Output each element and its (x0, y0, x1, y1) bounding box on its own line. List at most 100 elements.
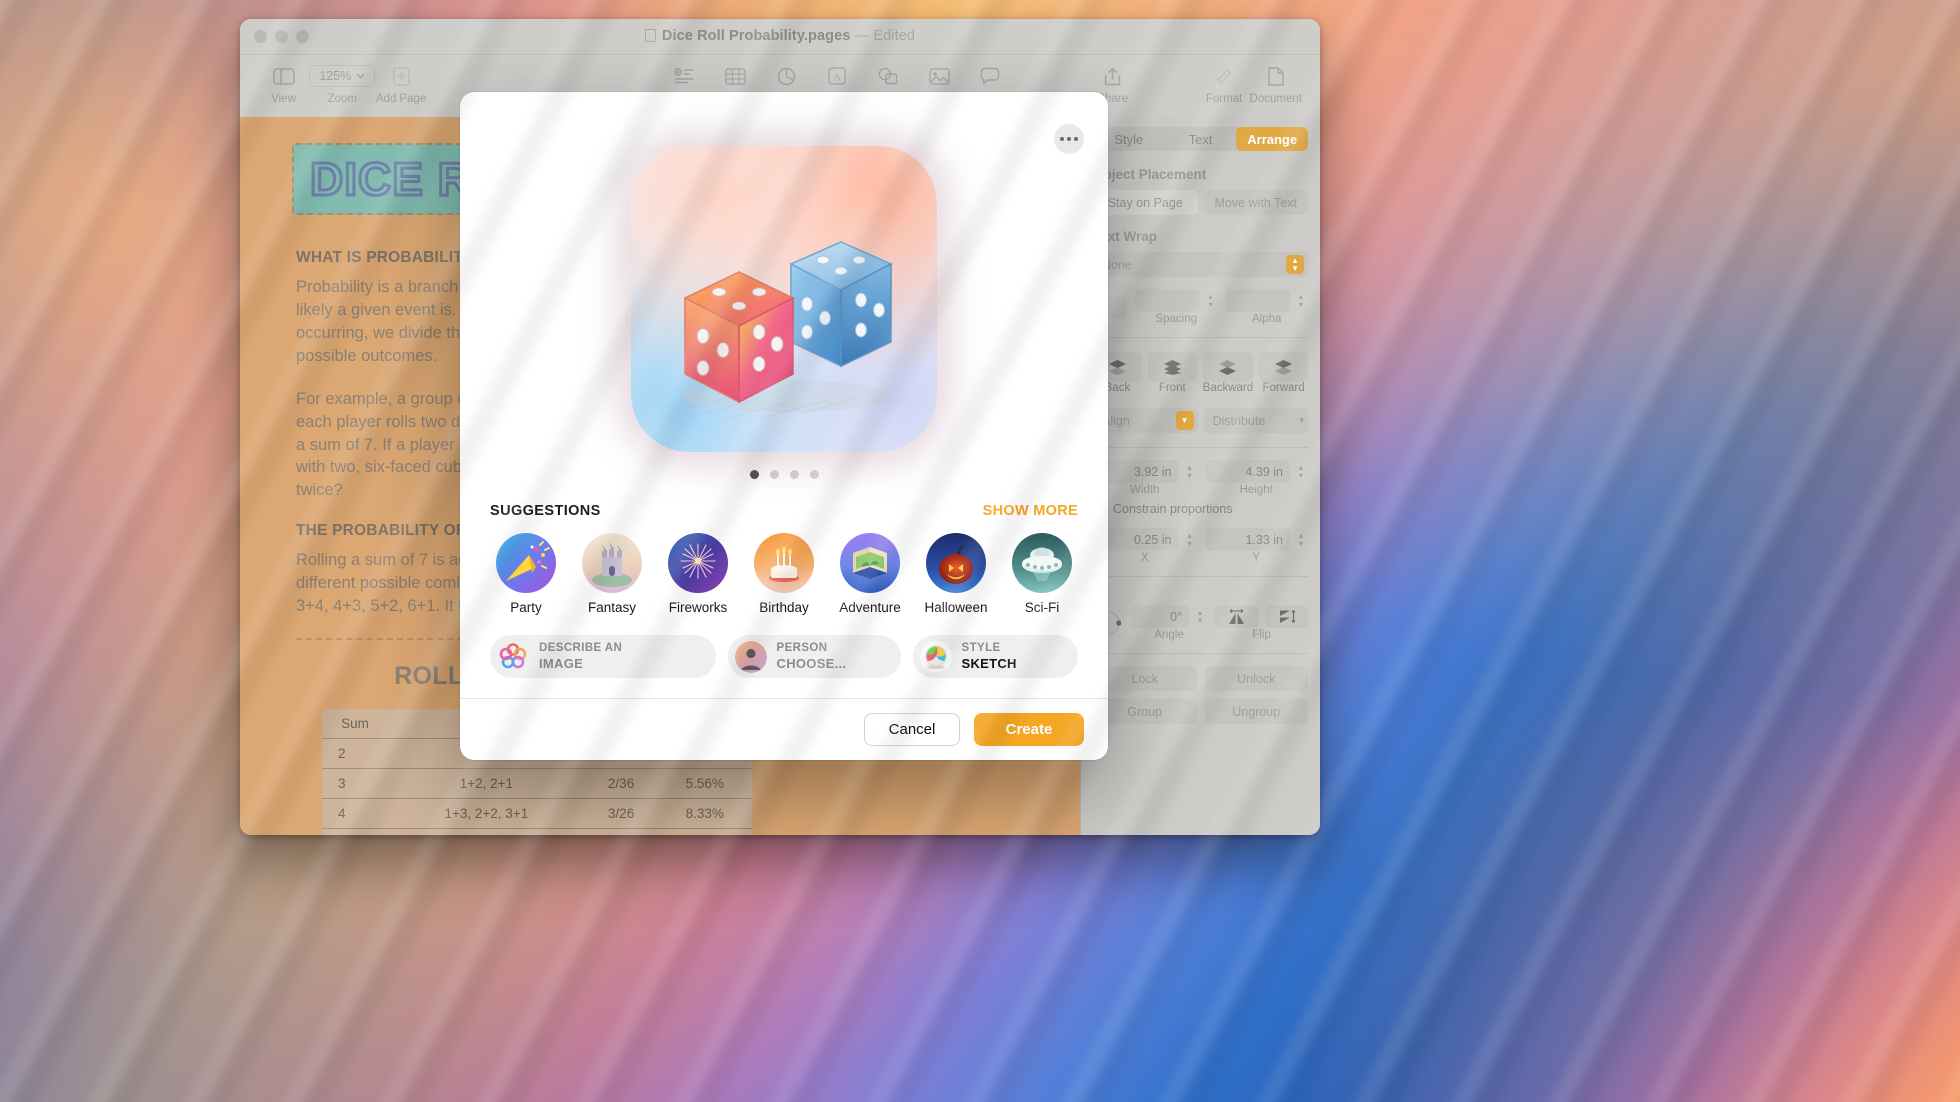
object-placement-group[interactable]: Stay on Page Move with Text (1093, 190, 1308, 215)
x-stepper[interactable]: ▴ ▾ (1183, 531, 1197, 548)
checkbox-icon[interactable] (1093, 502, 1106, 516)
generated-image-preview[interactable] (631, 146, 937, 452)
x-input[interactable]: 0.25 in (1093, 528, 1179, 551)
wrap-style-icon[interactable] (1093, 295, 1127, 319)
suggestion-fireworks[interactable]: Fireworks (662, 533, 734, 615)
cell-sum: 3 (322, 768, 389, 800)
height-stepper[interactable]: ▴ ▾ (1294, 463, 1308, 480)
text-wrap-select[interactable]: None ▴ ▾ (1093, 252, 1308, 277)
width-input[interactable]: 3.92 in (1093, 460, 1179, 483)
align-select[interactable]: Align ▾ (1093, 408, 1198, 433)
group-buttons-row[interactable]: Group Ungroup (1093, 699, 1308, 724)
ungroup-button[interactable]: Ungroup (1204, 699, 1308, 724)
suggestion-adventure[interactable]: Adventure (834, 533, 906, 615)
angle-stepper[interactable]: ▴ ▾ (1193, 608, 1207, 625)
toolbar-media-button[interactable]: Media (914, 61, 965, 105)
toolbar-add-page-button[interactable]: Add Page (376, 61, 427, 105)
alpha-field-cell[interactable]: ▴ ▾ Alpha (1225, 289, 1309, 325)
x-field-cell[interactable]: 0.25 in ▴ ▾ X (1093, 528, 1197, 564)
spacing-stepper[interactable]: ▴ ▾ (1204, 292, 1218, 309)
cell-percent: 2.78% (657, 738, 752, 770)
suggestion-scifi[interactable]: Sci-Fi (1006, 533, 1078, 615)
minimize-button[interactable] (275, 30, 288, 43)
stay-on-page-button[interactable]: Stay on Page (1093, 190, 1198, 215)
format-tab-group[interactable]: Style Text Arrange (1093, 127, 1308, 151)
stepper-icon[interactable]: ▴ ▾ (1286, 255, 1304, 274)
suggestion-halloween[interactable]: Halloween (920, 533, 992, 615)
align-distribute-row[interactable]: Align ▾ Distribute ▾ (1093, 408, 1308, 433)
flip-cell[interactable]: Flip (1215, 605, 1309, 641)
toolbar-view-button[interactable]: View (258, 61, 309, 105)
suggestion-fantasy[interactable]: Fantasy (576, 533, 648, 615)
spacing-input[interactable] (1135, 289, 1200, 312)
tab-text[interactable]: Text (1165, 127, 1237, 151)
alpha-input[interactable] (1225, 289, 1290, 312)
suggestion-birthday[interactable]: Birthday (748, 533, 820, 615)
carousel-page-dots[interactable] (460, 470, 1108, 479)
more-ellipsis-icon[interactable] (1054, 124, 1084, 154)
toolbar-table-button[interactable]: Table (710, 61, 761, 105)
toolbar-zoom-control[interactable]: 125% Zoom (309, 61, 376, 105)
rotation-dial[interactable] (1093, 610, 1123, 636)
document-icon (1268, 61, 1284, 91)
close-button[interactable] (254, 30, 267, 43)
carousel-dot-3[interactable] (789, 470, 799, 479)
alpha-stepper[interactable]: ▴ ▾ (1294, 292, 1308, 309)
spacing-field-cell[interactable]: ▴ ▾ Spacing (1135, 289, 1218, 325)
carousel-dot-1[interactable] (749, 470, 759, 479)
toolbar-share-button[interactable]: Share (1087, 61, 1138, 105)
width-field-cell[interactable]: 3.92 in ▴ ▾ Width (1093, 460, 1197, 496)
maximize-button[interactable] (296, 30, 309, 43)
style-pill[interactable]: STYLE SKETCH (912, 635, 1078, 678)
toolbar-chart-button[interactable]: Chart (761, 61, 812, 105)
group-button[interactable]: Group (1093, 699, 1197, 724)
flip-vertical-button[interactable] (1264, 605, 1309, 628)
document-banner[interactable]: DICE R (292, 143, 852, 215)
zoom-dropdown[interactable]: 125% (309, 61, 376, 91)
height-field-cell[interactable]: 4.39 in ▴ ▾ Height (1204, 460, 1309, 496)
toolbar-document-button[interactable]: Document (1250, 61, 1302, 105)
lock-buttons-row[interactable]: Lock Unlock (1093, 666, 1308, 691)
toolbar-text-button[interactable]: A Text (812, 61, 863, 105)
tab-style[interactable]: Style (1093, 127, 1165, 151)
height-input[interactable]: 4.39 in (1204, 460, 1290, 483)
send-backward-button[interactable] (1202, 352, 1254, 382)
traffic-lights[interactable] (254, 30, 309, 43)
carousel-dot-4[interactable] (809, 470, 819, 479)
y-input[interactable]: 1.33 in (1204, 528, 1290, 551)
move-with-text-button[interactable]: Move with Text (1203, 190, 1308, 215)
unlock-button[interactable]: Unlock (1204, 666, 1308, 691)
toolbar-comment-button[interactable]: Comment (965, 61, 1016, 105)
toolbar-chart-label: Chart (772, 93, 801, 105)
describe-an-image-pill[interactable]: DESCRIBE AN IMAGE (490, 635, 716, 678)
toolbar-insert-button[interactable]: Insert (659, 61, 710, 105)
angle-field-cell[interactable]: 0° ▴ ▾ Angle (1131, 605, 1207, 641)
bring-forward-button[interactable] (1259, 352, 1308, 382)
angle-input[interactable]: 0° (1131, 605, 1190, 628)
cancel-button[interactable]: Cancel (864, 713, 960, 746)
toolbar-shape-button[interactable]: Shape (863, 61, 914, 105)
bring-to-front-button[interactable] (1147, 352, 1197, 382)
toolbar-format-button[interactable]: Format (1199, 61, 1250, 105)
tab-arrange[interactable]: Arrange (1236, 127, 1308, 151)
show-more-button[interactable]: SHOW MORE (983, 503, 1078, 519)
person-pill[interactable]: PERSON CHOOSE... (727, 635, 901, 678)
align-chevron-down-icon[interactable]: ▾ (1175, 411, 1194, 430)
document-canvas[interactable]: DICE R WHAT IS PROBABILITY? Probability … (240, 117, 1080, 835)
distribute-select[interactable]: Distribute ▾ (1203, 408, 1308, 433)
create-button[interactable]: Create (974, 713, 1084, 746)
send-to-back-button[interactable] (1093, 352, 1142, 382)
suggestion-party[interactable]: Party (490, 533, 562, 615)
window-titlebar: Dice Roll Probability.pages — Edited (240, 19, 1320, 55)
constrain-proportions-checkbox[interactable]: Constrain proportions (1093, 502, 1308, 516)
layer-order-buttons[interactable]: Back Front Backward Forward (1093, 352, 1308, 394)
y-stepper[interactable]: ▴ ▾ (1294, 531, 1308, 548)
forward-label: Forward (1262, 382, 1305, 394)
lock-button[interactable]: Lock (1093, 666, 1197, 691)
width-stepper[interactable]: ▴ ▾ (1183, 463, 1197, 480)
send-to-back-icon (1108, 360, 1126, 375)
flip-horizontal-button[interactable] (1215, 605, 1259, 628)
carousel-dot-2[interactable] (769, 470, 779, 479)
y-field-cell[interactable]: 1.33 in ▴ ▾ Y (1204, 528, 1309, 564)
distribute-chevron-down-icon[interactable]: ▾ (1299, 415, 1304, 426)
